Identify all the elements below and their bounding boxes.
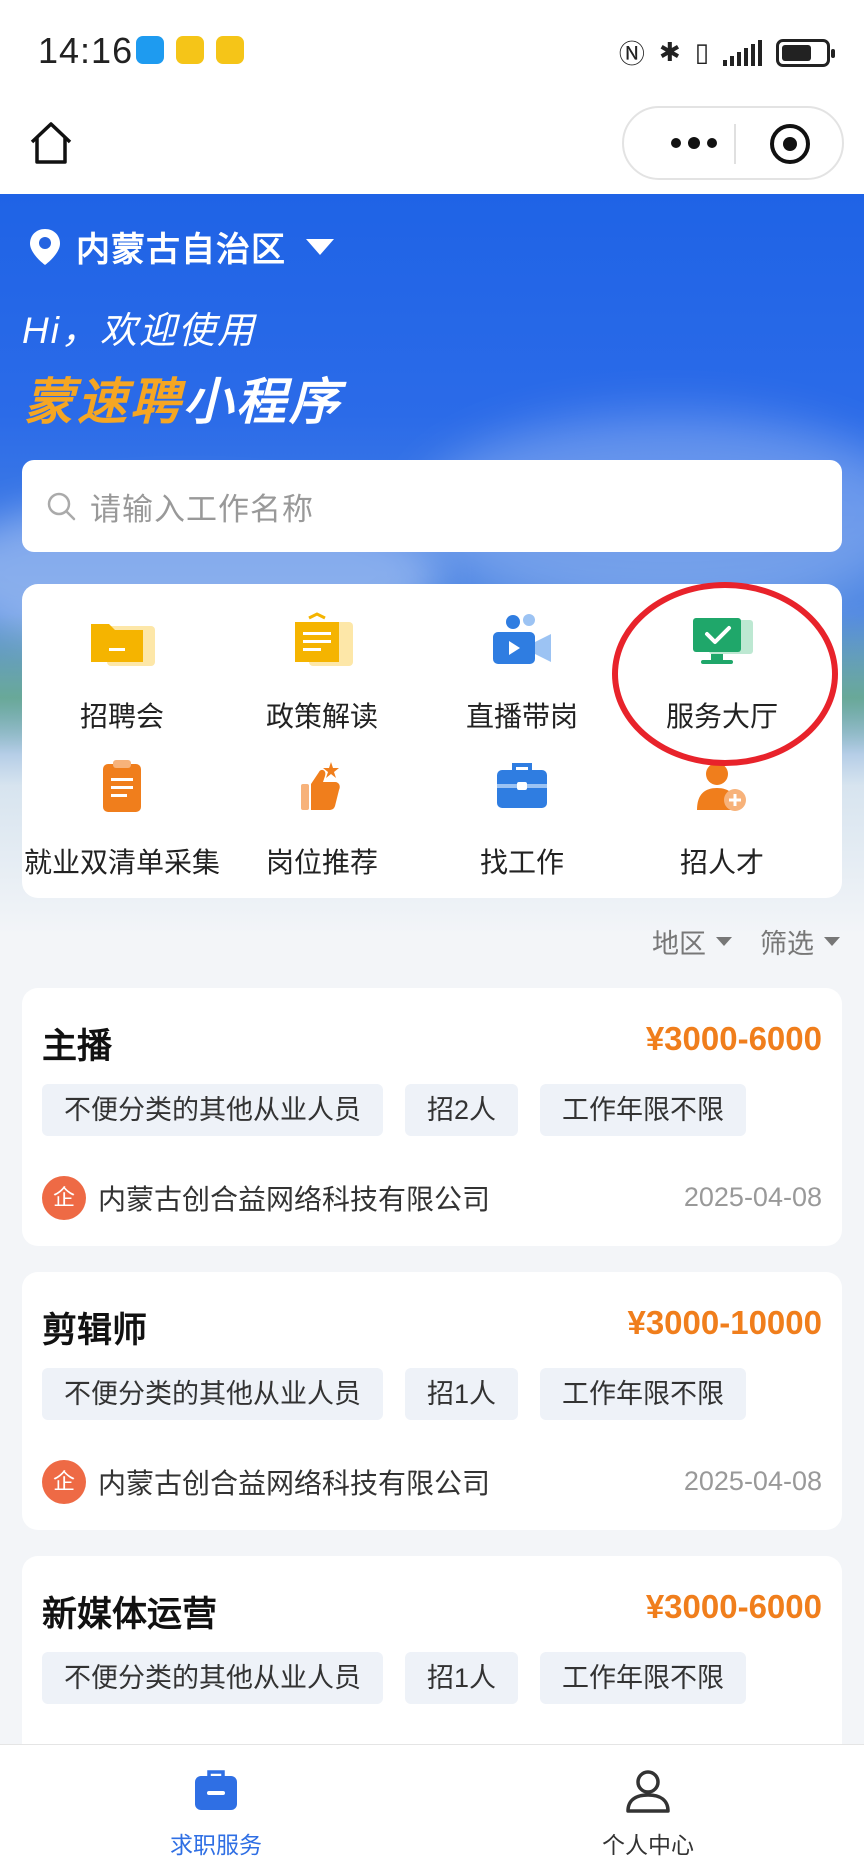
job-tag: 招1人 [405, 1368, 519, 1420]
post-date: 2025-04-08 [683, 1182, 822, 1212]
job-tag: 不便分类的其他从业人员 [42, 1368, 383, 1420]
nfc-icon: Ⓝ [618, 39, 645, 69]
job-salary: ¥3000-6000 [645, 1020, 822, 1057]
job-tag: 工作年限不限 [540, 1652, 747, 1704]
region-filter-label: 地区 [652, 929, 706, 959]
chevron-down-icon [306, 238, 334, 255]
briefcase-icon [497, 763, 547, 808]
job-tags: 不便分类的其他从业人员 招1人 工作年限不限 [42, 1368, 747, 1420]
location-selector[interactable]: 内蒙古自治区 [28, 222, 334, 271]
brand-rest: 小程序 [183, 374, 342, 430]
greeting-text: Hi，欢迎使用 [22, 310, 256, 351]
brand-title: 蒙速聘小程序 [24, 362, 342, 434]
company-name: 内蒙古创合益网络科技有限公司 [98, 1184, 491, 1215]
company-name: 内蒙古创合益网络科技有限公司 [98, 1468, 491, 1499]
service-recruit[interactable]: 招人才 [622, 758, 822, 881]
document-icon [295, 612, 353, 666]
job-tags: 不便分类的其他从业人员 招2人 工作年限不限 [42, 1084, 747, 1136]
capsule-divider [734, 124, 736, 164]
service-label: 政策解读 [265, 701, 378, 732]
target-icon[interactable] [770, 124, 810, 164]
service-job-fair[interactable]: 招聘会 [22, 612, 222, 735]
add-user-icon [697, 763, 746, 811]
service-label: 招人才 [679, 847, 764, 878]
tab-label: 求职服务 [170, 1832, 262, 1858]
annotation-highlight-circle [612, 582, 838, 766]
region-filter[interactable]: 地区 [652, 922, 732, 961]
status-indicators: Ⓝ ✱ ▯ [618, 34, 835, 71]
job-salary: ¥3000-6000 [645, 1588, 822, 1625]
screen-filter[interactable]: 筛选 [760, 922, 840, 961]
job-tag: 工作年限不限 [540, 1368, 747, 1420]
tab-job-service[interactable]: 求职服务 [66, 1745, 366, 1859]
job-tags: 不便分类的其他从业人员 招1人 工作年限不限 [42, 1652, 747, 1704]
location-label: 内蒙古自治区 [76, 231, 286, 269]
capsule-menu [622, 106, 844, 180]
service-live-stream[interactable]: 直播带岗 [422, 612, 622, 735]
job-card[interactable]: 剪辑师 ¥3000-10000 不便分类的其他从业人员 招1人 工作年限不限 企… [22, 1272, 842, 1530]
user-icon [626, 1770, 670, 1813]
brand-accent: 蒙速聘 [24, 374, 183, 430]
job-tag: 不便分类的其他从业人员 [42, 1652, 383, 1704]
search-icon [47, 492, 76, 521]
service-dual-list[interactable]: 就业双清单采集 [22, 758, 222, 881]
service-recommend[interactable]: 岗位推荐 [222, 758, 422, 881]
company-badge: 企 [42, 1460, 86, 1504]
company-row: 企 内蒙古创合益网络科技有限公司 [42, 1176, 490, 1220]
service-label: 招聘会 [79, 701, 164, 732]
job-title: 剪辑师 [42, 1311, 148, 1350]
messages-app-icon [136, 36, 164, 64]
mini-program-nav-bar [0, 100, 864, 194]
more-dots-icon[interactable] [654, 108, 734, 178]
clipboard-icon [103, 760, 141, 812]
service-label: 就业双清单采集 [23, 847, 220, 878]
service-label: 直播带岗 [465, 701, 578, 732]
location-pin-icon [30, 228, 60, 265]
company-row: 企 内蒙古创合益网络科技有限公司 [42, 1460, 490, 1504]
status-time: 14:16 [38, 30, 134, 71]
status-bar: 14:16 Ⓝ ✱ ▯ [0, 0, 864, 100]
folder-icon [91, 624, 155, 666]
flower-app-icon [176, 36, 204, 64]
job-tag: 不便分类的其他从业人员 [42, 1084, 383, 1136]
service-find-job[interactable]: 找工作 [422, 758, 622, 881]
home-icon[interactable] [28, 120, 74, 166]
job-tag: 招2人 [405, 1084, 519, 1136]
screen-filter-label: 筛选 [760, 929, 814, 959]
job-tag: 工作年限不限 [540, 1084, 747, 1136]
signal-icon [723, 39, 762, 66]
job-salary: ¥3000-10000 [627, 1304, 822, 1341]
caret-down-icon [716, 937, 732, 946]
battery-icon [776, 38, 835, 67]
vibrate-icon: ▯ [694, 37, 709, 67]
service-label: 找工作 [479, 847, 564, 878]
job-tag: 招1人 [405, 1652, 519, 1704]
post-date: 2025-04-08 [683, 1466, 822, 1496]
filter-bar: 地区 筛选 [652, 922, 840, 961]
thumbs-up-icon [301, 762, 340, 810]
video-camera-icon [493, 614, 551, 664]
job-title: 新媒体运营 [42, 1595, 218, 1634]
caret-down-icon [824, 937, 840, 946]
bluetooth-icon: ✱ [658, 37, 681, 67]
service-label: 岗位推荐 [265, 847, 378, 878]
briefcase-icon [195, 1770, 237, 1810]
tab-personal-center[interactable]: 个人中心 [498, 1745, 798, 1859]
tab-label: 个人中心 [602, 1832, 694, 1858]
search-placeholder: 请输入工作名称 [90, 491, 314, 527]
job-card[interactable]: 主播 ¥3000-6000 不便分类的其他从业人员 招2人 工作年限不限 企 内… [22, 988, 842, 1246]
bottom-tab-bar: 求职服务 个人中心 [0, 1744, 864, 1859]
service-policy[interactable]: 政策解读 [222, 612, 422, 735]
company-badge: 企 [42, 1176, 86, 1220]
job-title: 主播 [42, 1027, 113, 1066]
number-seven-app-icon [216, 36, 244, 64]
search-input[interactable]: 请输入工作名称 [22, 460, 842, 552]
